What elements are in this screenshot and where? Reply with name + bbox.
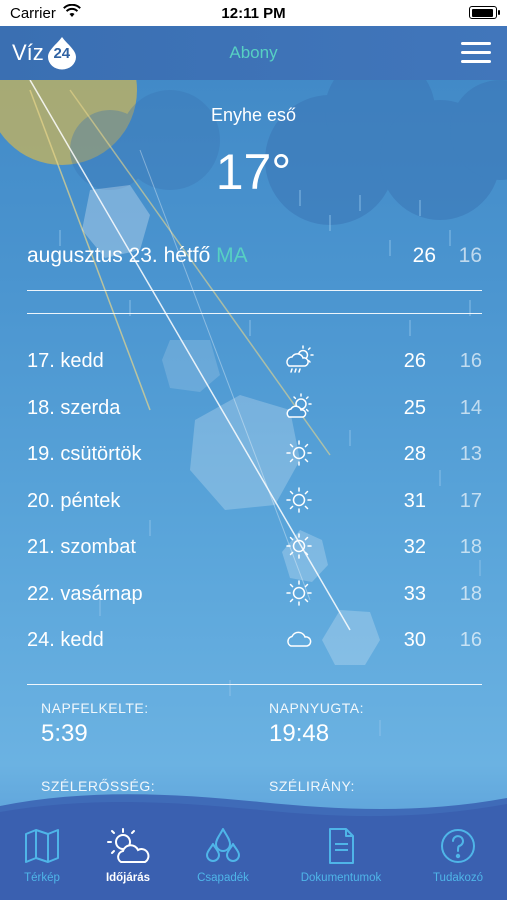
forecast-high: 33	[403, 582, 426, 605]
today-label: MA	[216, 244, 248, 267]
tab-precipitation[interactable]: Csapadék	[173, 826, 273, 884]
divider	[27, 313, 482, 314]
forecast-day: 19. csütörtök	[27, 443, 142, 465]
forecast-low: 18	[459, 536, 482, 558]
current-temperature: 17°	[215, 144, 292, 200]
location-title[interactable]: Abony	[0, 43, 507, 63]
battery-icon	[469, 6, 500, 19]
tab-label: Csapadék	[197, 872, 249, 884]
forecast-row[interactable]: 24. kedd 30 16	[27, 619, 482, 666]
clock: 12:11 PM	[221, 5, 286, 22]
forecast-day: 21. szombat	[27, 536, 136, 558]
map-icon	[25, 829, 59, 863]
cloud-icon	[287, 631, 312, 647]
tab-documents[interactable]: Dokumentumok	[291, 826, 391, 884]
forecast-low: 17	[459, 489, 482, 512]
forecast-high: 30	[403, 629, 426, 651]
today-date-wrap: augusztus 23. hétfő MA	[27, 244, 248, 268]
forecast-high: 25	[403, 396, 426, 419]
tab-label: Dokumentumok	[300, 872, 382, 884]
forecast-low: 16	[459, 350, 482, 372]
forecast-day: 22. vasárnap	[27, 582, 143, 605]
forecast-day: 24. kedd	[27, 629, 104, 651]
forecast-high: 26	[403, 350, 426, 372]
forecast-row[interactable]: 17. kedd 26 16	[27, 340, 482, 387]
forecast-day: 20. péntek	[27, 489, 121, 512]
forecast-row[interactable]: 20. péntek 31 17	[27, 480, 482, 527]
sun-icon	[286, 579, 312, 606]
drops-icon	[206, 828, 240, 862]
today-low: 16	[458, 244, 482, 267]
sun-cloud-rain-icon	[286, 345, 314, 373]
sun-icon	[286, 440, 312, 466]
forecast-low: 14	[459, 396, 482, 419]
tab-inquiry[interactable]: Tudakozó	[408, 826, 507, 884]
forecast-low: 16	[459, 629, 482, 651]
forecast-high: 31	[403, 489, 426, 512]
question-icon	[441, 829, 475, 863]
sunrise-value: 5:39	[41, 720, 88, 747]
forecast-day: 17. kedd	[27, 350, 104, 372]
tab-bar: Térkép Időjárás Csapadék Dokumentumok Tu…	[0, 812, 507, 900]
current-condition: Enyhe eső	[210, 105, 297, 125]
forecast-row[interactable]: 21. szombat 32 18	[27, 526, 482, 573]
sunset-label: NAPNYUGTA:	[269, 700, 364, 716]
sun-icon	[286, 533, 312, 559]
forecast-row[interactable]: 18. szerda 25 14	[27, 387, 482, 434]
forecast-low: 18	[459, 582, 482, 605]
forecast-day: 18. szerda	[27, 396, 121, 419]
weather-icon	[107, 828, 150, 863]
tab-weather[interactable]: Időjárás	[78, 826, 178, 884]
forecast-row[interactable]: 22. vasárnap 33 18	[27, 573, 482, 620]
sunrise-label: NAPFELKELTE:	[41, 700, 149, 716]
sun-icon	[286, 486, 312, 513]
document-icon	[329, 828, 354, 864]
today-row: augusztus 23. hétfő MA 26 16	[27, 242, 482, 272]
forecast-high: 28	[403, 443, 426, 465]
tab-label: Időjárás	[105, 872, 151, 884]
today-high: 26	[412, 244, 436, 267]
tab-label: Tudakozó	[432, 872, 484, 884]
divider	[27, 290, 482, 291]
forecast-high: 32	[403, 536, 426, 558]
forecast-list: 17. kedd 26 16 18. szerda 25 14 19. csüt…	[27, 340, 482, 666]
forecast-row[interactable]: 19. csütörtök 28 13	[27, 433, 482, 480]
sun-cloud-icon	[286, 392, 312, 418]
status-bar: Carrier 12:11 PM	[0, 0, 507, 26]
forecast-low: 13	[459, 443, 482, 465]
today-date: augusztus 23. hétfő	[27, 244, 211, 267]
divider	[27, 684, 482, 685]
sunset-value: 19:48	[269, 720, 330, 747]
